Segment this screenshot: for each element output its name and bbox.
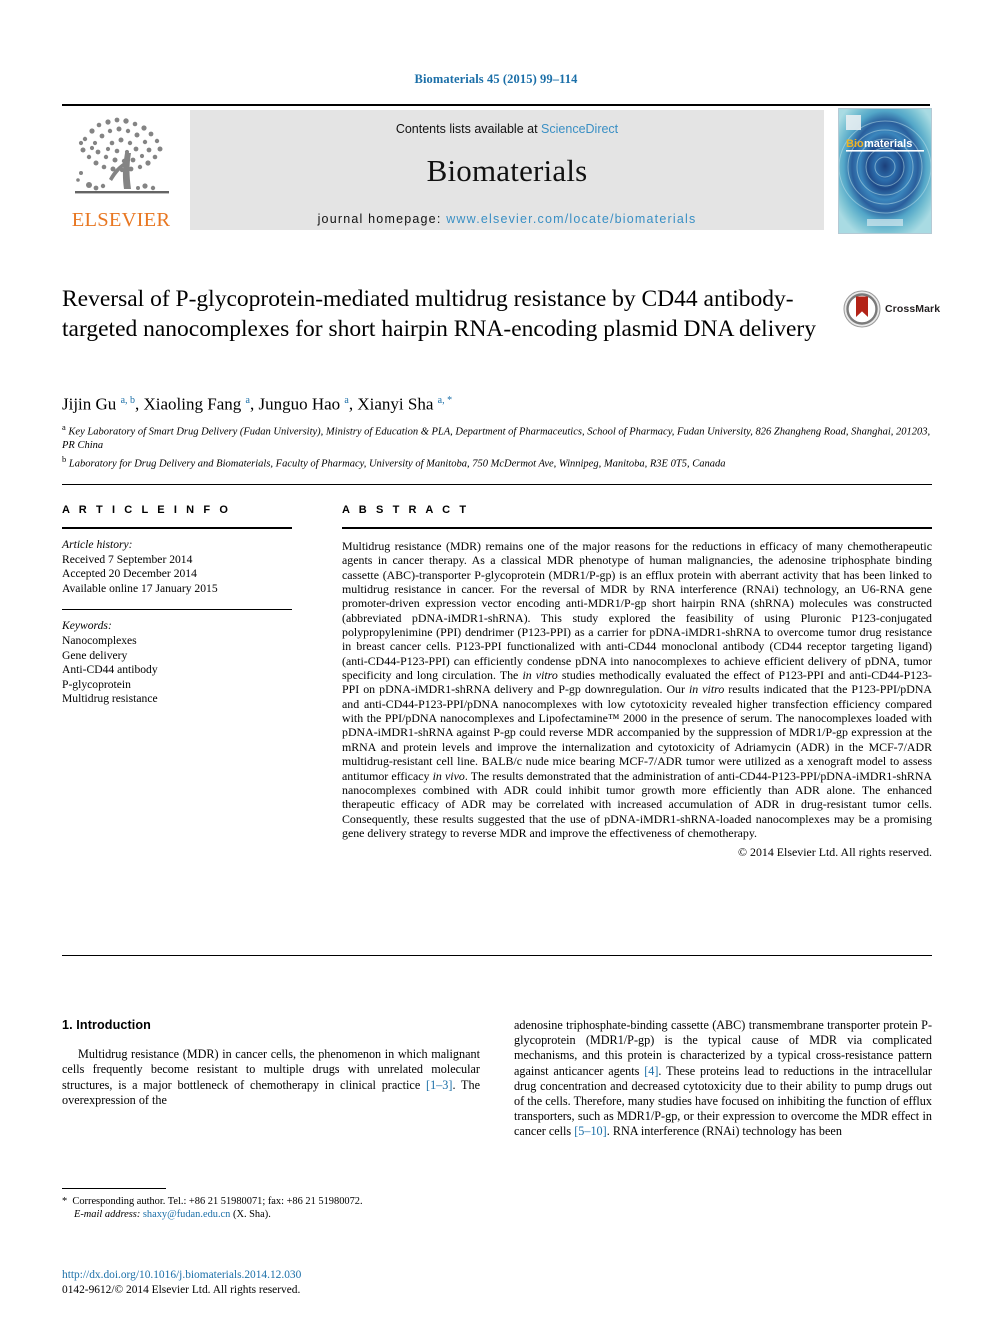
masthead-top-rule xyxy=(62,104,930,106)
article-history-label: Article history: xyxy=(62,538,133,551)
journal-homepage-line: journal homepage: www.elsevier.com/locat… xyxy=(190,212,824,226)
abstract-heading: A B S T R A C T xyxy=(342,504,470,516)
journal-masthead: ELSEVIER Contents lists available at Sci… xyxy=(62,104,932,234)
doi-link[interactable]: http://dx.doi.org/10.1016/j.biomaterials… xyxy=(62,1268,492,1282)
footnote-body: * Corresponding author. Tel.: +86 21 519… xyxy=(62,1195,480,1221)
intro-paragraph-right: adenosine triphosphate-binding cassette … xyxy=(514,1018,932,1139)
affiliation-a: a Key Laboratory of Smart Drug Delivery … xyxy=(62,421,942,453)
intro-paragraph-left: Multidrug resistance (MDR) in cancer cel… xyxy=(62,1047,480,1107)
info-section-bottom-rule xyxy=(62,955,932,956)
body-column-left: 1. Introduction Multidrug resistance (MD… xyxy=(62,1018,480,1108)
title-block: Reversal of P-glycoprotein-mediated mult… xyxy=(62,284,822,344)
svg-text:Bio: Bio xyxy=(846,138,864,150)
section-heading-introduction: 1. Introduction xyxy=(62,1018,151,1032)
email-owner: (X. Sha). xyxy=(232,1209,271,1221)
keyword-item: Nanocomplexes xyxy=(62,633,137,647)
author-list: Jijin Gu a, b, Xiaoling Fang a, Junguo H… xyxy=(62,394,453,414)
contents-prefix: Contents lists available at xyxy=(395,122,538,136)
affiliation-a-text: Key Laboratory of Smart Drug Delivery (F… xyxy=(62,426,931,452)
info-section-top-rule xyxy=(62,484,932,485)
abstract-text: Multidrug resistance (MDR) remains one o… xyxy=(342,539,932,840)
keyword-item: Anti-CD44 antibody xyxy=(62,663,158,677)
crossmark-label: CrossMark xyxy=(885,303,941,315)
article-info-column: A R T I C L E I N F O Article history: R… xyxy=(62,504,292,707)
elsevier-logo: ELSEVIER xyxy=(62,110,180,230)
affiliation-b-text: Laboratory for Drug Delivery and Biomate… xyxy=(68,458,726,470)
keyword-item: P-glycoprotein xyxy=(62,677,131,691)
homepage-prefix: journal homepage: xyxy=(317,212,442,226)
email-label: E-mail address: xyxy=(74,1209,141,1221)
affiliation-a-label: a xyxy=(62,422,66,432)
crossmark-badge[interactable]: CrossMark xyxy=(843,288,947,330)
journal-cover-thumbnail: Bio materials xyxy=(838,108,932,234)
corresponding-author-footnote: * Corresponding author. Tel.: +86 21 519… xyxy=(62,1188,480,1221)
keywords-block: Keywords: Nanocomplexes Gene delivery An… xyxy=(62,619,292,707)
keywords-label: Keywords: xyxy=(62,619,112,633)
running-head: Biomaterials 45 (2015) 99–114 xyxy=(414,72,578,86)
elsevier-tree-icon xyxy=(75,117,169,193)
homepage-url-link[interactable]: www.elsevier.com/locate/biomaterials xyxy=(446,212,696,226)
keyword-item: Multidrug resistance xyxy=(62,692,158,706)
history-accepted: Accepted 20 December 2014 xyxy=(62,567,197,581)
affiliation-list: a Key Laboratory of Smart Drug Delivery … xyxy=(62,421,942,471)
crossmark-logo-icon xyxy=(843,290,881,328)
body-column-right: adenosine triphosphate-binding cassette … xyxy=(514,1018,932,1140)
journal-title: Biomaterials xyxy=(426,153,588,188)
email-line: E-mail address: shaxy@fudan.edu.cn (X. S… xyxy=(62,1208,480,1221)
abstract-rule xyxy=(342,527,932,529)
masthead-panel: Contents lists available at ScienceDirec… xyxy=(190,110,824,230)
issn-copyright-line: 0142-9612/© 2014 Elsevier Ltd. All right… xyxy=(62,1284,301,1296)
history-received: Received 7 September 2014 xyxy=(62,552,193,566)
footnote-rule xyxy=(62,1188,166,1189)
svg-text:materials: materials xyxy=(864,138,912,150)
doi-block: http://dx.doi.org/10.1016/j.biomaterials… xyxy=(62,1268,492,1297)
corresponding-author-line: * Corresponding author. Tel.: +86 21 519… xyxy=(62,1196,363,1207)
affiliation-b-label: b xyxy=(62,453,67,464)
history-online: Available online 17 January 2015 xyxy=(62,581,218,595)
article-info-heading: A R T I C L E I N F O xyxy=(62,504,231,516)
page-title: Reversal of P-glycoprotein-mediated mult… xyxy=(62,286,816,342)
cover-artwork-icon: Bio materials xyxy=(839,109,931,233)
abstract-copyright: © 2014 Elsevier Ltd. All rights reserved… xyxy=(738,845,932,860)
keywords-divider xyxy=(62,609,292,611)
paper-page: Biomaterials 45 (2015) 99–114 ELSEVIER C… xyxy=(0,0,992,1323)
article-history-block: Article history: Received 7 September 20… xyxy=(62,538,292,596)
affiliation-b: b Laboratory for Drug Delivery and Bioma… xyxy=(62,453,942,471)
keyword-item: Gene delivery xyxy=(62,648,128,662)
email-link[interactable]: shaxy@fudan.edu.cn xyxy=(143,1209,230,1220)
elsevier-wordmark: ELSEVIER xyxy=(71,208,171,231)
article-info-rule xyxy=(62,527,292,529)
sciencedirect-link[interactable]: ScienceDirect xyxy=(541,122,618,136)
abstract-column: A B S T R A C T Multidrug resistance (MD… xyxy=(342,504,932,860)
contents-available-line: Contents lists available at ScienceDirec… xyxy=(190,122,824,136)
